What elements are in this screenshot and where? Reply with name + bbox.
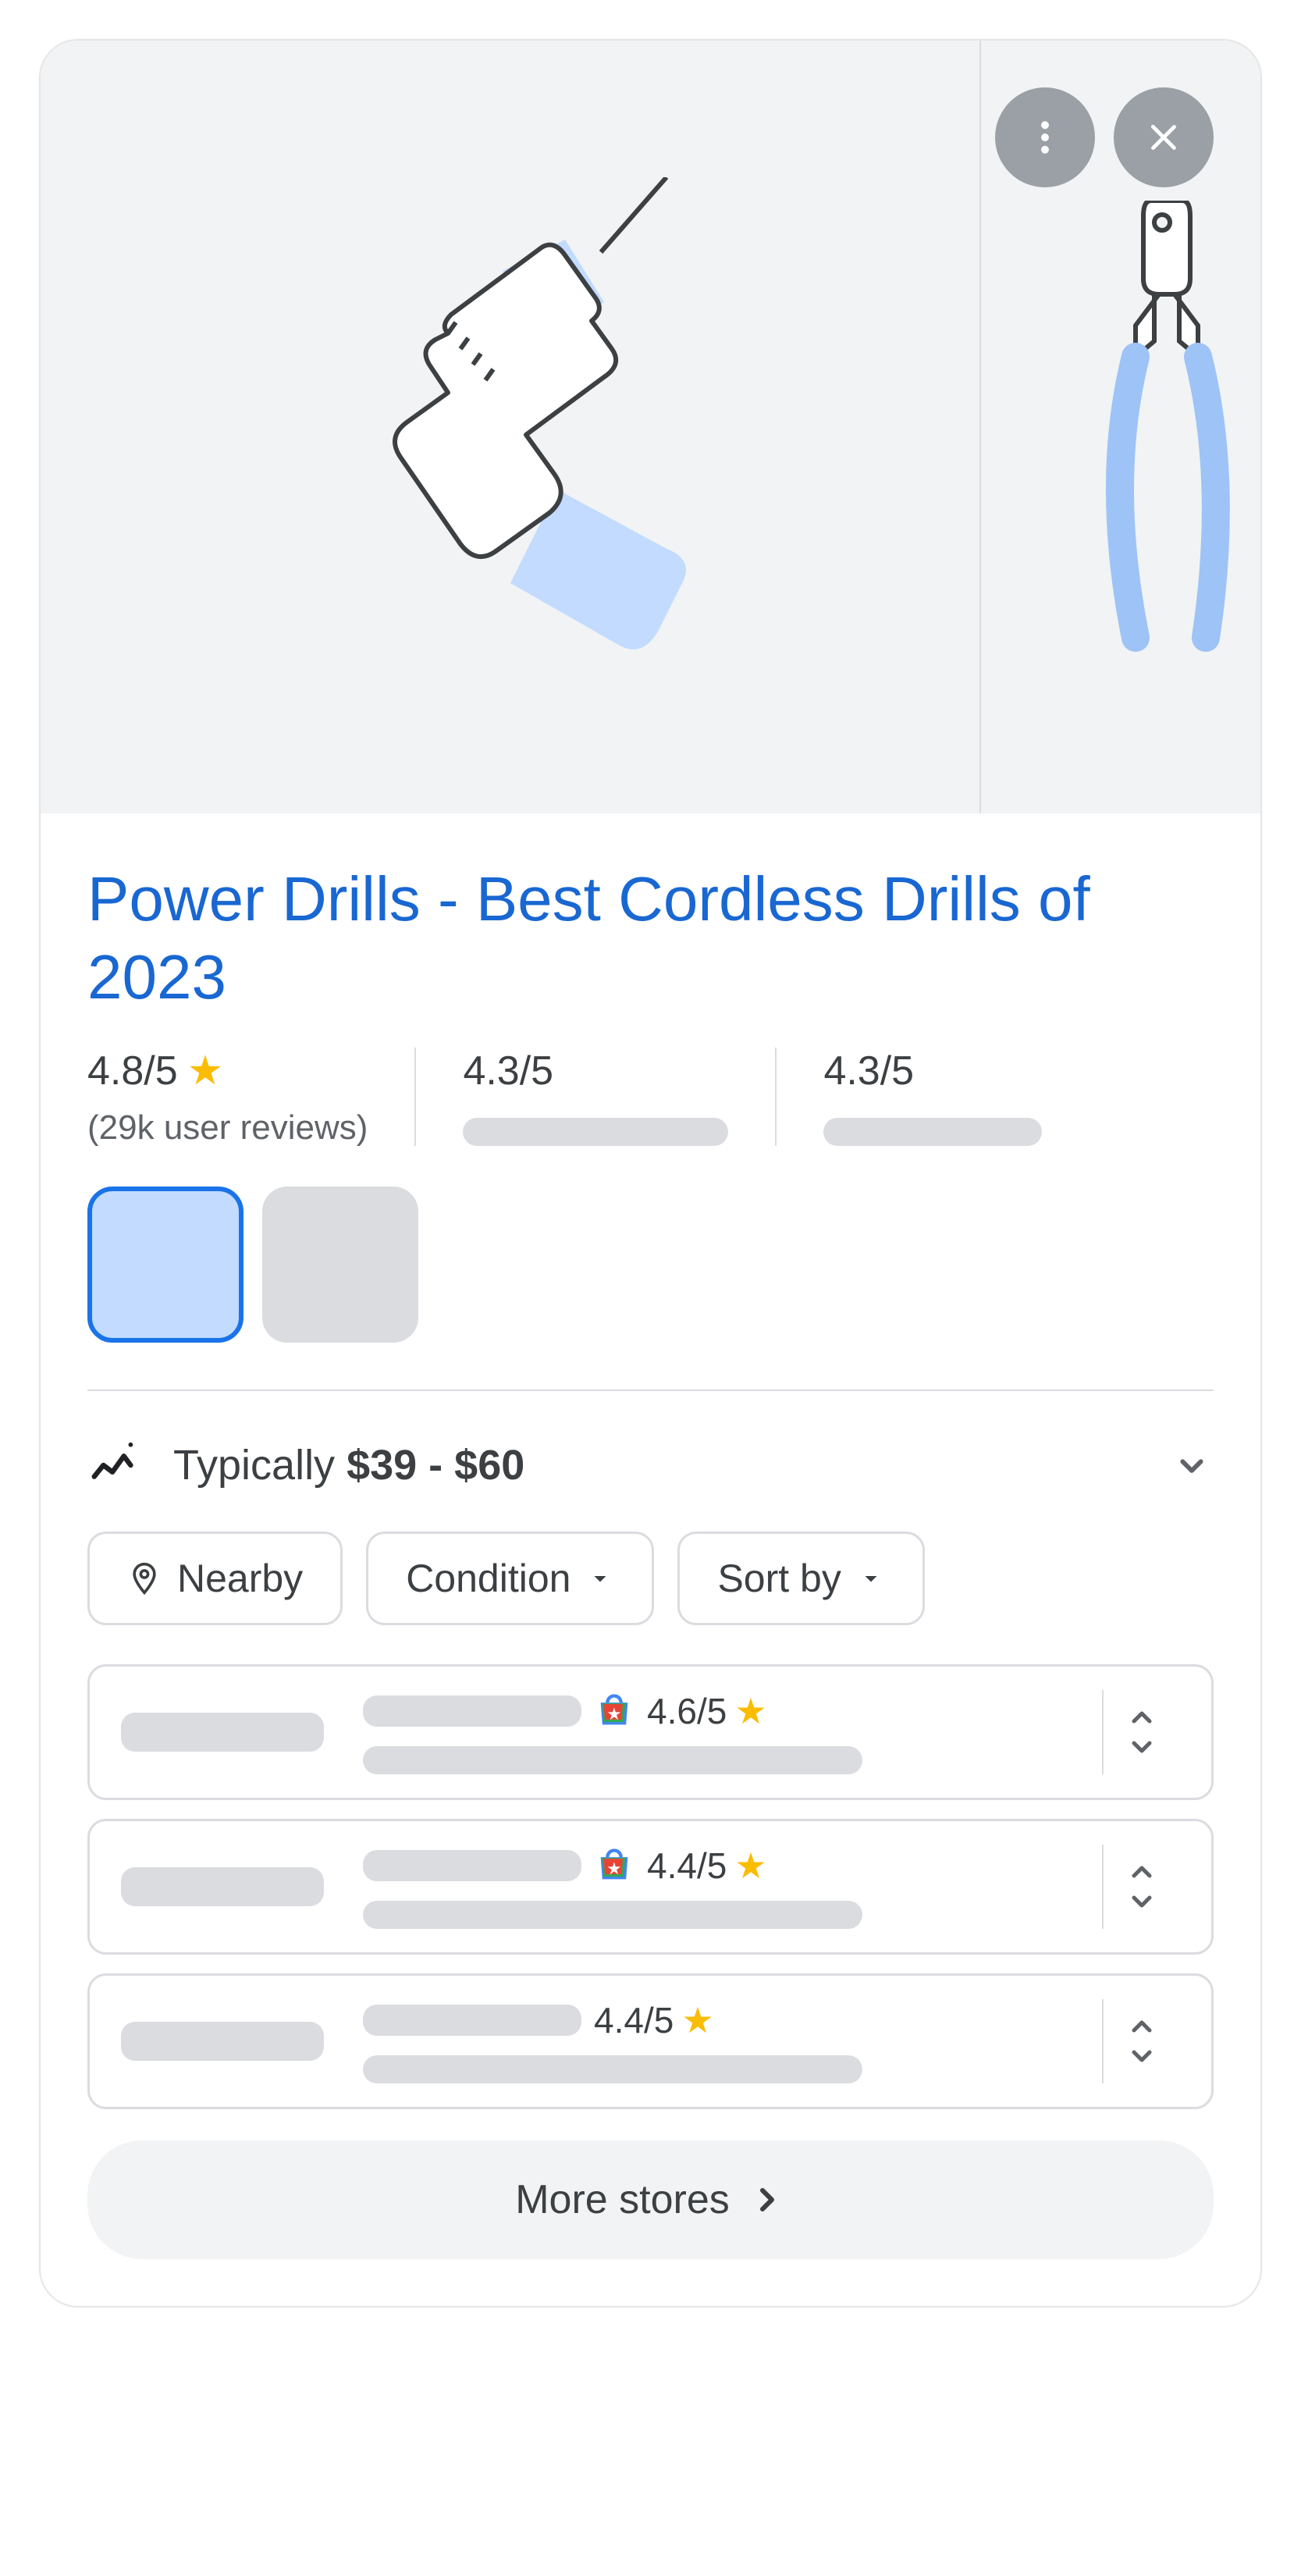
store-rating-text: 4.4/5 <box>647 1845 727 1887</box>
swatch-option[interactable] <box>262 1187 418 1343</box>
star-icon: ★ <box>187 1048 224 1094</box>
placeholder-pill <box>463 1118 728 1146</box>
store-rating-text: 4.6/5 <box>647 1690 727 1732</box>
more-options-button[interactable] <box>995 87 1095 187</box>
swatch-selected[interactable] <box>87 1187 243 1343</box>
placeholder-pill <box>121 2022 324 2061</box>
product-title[interactable]: Power Drills - Best Cordless Drills of 2… <box>87 860 1214 1016</box>
chip-label: Sort by <box>717 1556 841 1601</box>
price-label: Typically $39 - $60 <box>173 1441 524 1489</box>
rating-subtext-0: (29k user reviews) <box>87 1108 368 1147</box>
nearby-chip[interactable]: Nearby <box>87 1532 343 1625</box>
rating-score-2: 4.3/5 <box>823 1048 1042 1094</box>
rating-col-2: 4.3/5 <box>775 1048 1089 1146</box>
close-button[interactable] <box>1114 87 1214 187</box>
ratings-row: 4.8/5 ★ (29k user reviews) 4.3/5 4.3/5 <box>87 1048 1214 1147</box>
chevron-right-icon <box>748 2181 786 2218</box>
hero-area <box>41 41 1260 813</box>
trusted-store-icon: ★ <box>594 1845 635 1886</box>
content-area: Power Drills - Best Cordless Drills of 2… <box>41 813 1260 2306</box>
price-insight-row[interactable]: Typically $39 - $60 <box>87 1438 1214 1493</box>
chip-label: Condition <box>406 1556 571 1601</box>
rating-score-text: 4.3/5 <box>823 1048 914 1094</box>
product-card: Power Drills - Best Cordless Drills of 2… <box>39 39 1262 2307</box>
star-icon: ★ <box>681 1999 713 2041</box>
expand-sort-icon <box>1123 1707 1161 1757</box>
store-list: ★ 4.6/5 ★ ★ <box>87 1664 1214 2109</box>
placeholder-pill <box>121 1867 324 1906</box>
expand-sort-icon <box>1123 2016 1161 2066</box>
expand-sort-icon <box>1123 1862 1161 1912</box>
hero-image-main[interactable] <box>41 41 979 813</box>
svg-text:★: ★ <box>606 1704 621 1724</box>
condition-chip[interactable]: Condition <box>366 1532 654 1625</box>
store-rating-text: 4.4/5 <box>594 1999 674 2041</box>
price-trend-icon <box>87 1438 142 1493</box>
store-row[interactable]: 4.4/5 ★ <box>87 1973 1214 2109</box>
variant-swatches <box>87 1187 1214 1343</box>
price-range-text: $39 - $60 <box>347 1442 524 1489</box>
rating-score-0: 4.8/5 ★ <box>87 1048 368 1094</box>
placeholder-pill <box>363 1901 862 1929</box>
more-vert-icon <box>1024 116 1066 158</box>
pliers-illustration-icon <box>1058 201 1260 653</box>
filter-chips: Nearby Condition Sort by <box>87 1532 1214 1625</box>
store-rating: 4.4/5 ★ <box>594 1999 714 2041</box>
rating-score-text: 4.8/5 <box>87 1048 178 1094</box>
placeholder-pill <box>363 1695 581 1727</box>
dropdown-arrow-icon <box>857 1564 885 1592</box>
drill-illustration-icon <box>292 177 729 677</box>
rating-score-text: 4.3/5 <box>463 1048 553 1094</box>
more-stores-button[interactable]: More stores <box>87 2140 1214 2259</box>
star-icon: ★ <box>734 1845 766 1887</box>
star-icon: ★ <box>734 1690 766 1732</box>
placeholder-pill <box>823 1118 1042 1146</box>
store-row[interactable]: ★ 4.6/5 ★ <box>87 1664 1214 1800</box>
chip-label: Nearby <box>177 1556 303 1601</box>
placeholder-pill <box>363 2005 581 2036</box>
sortby-chip[interactable]: Sort by <box>677 1532 924 1625</box>
hero-actions <box>995 87 1214 187</box>
store-row[interactable]: ★ 4.4/5 ★ <box>87 1819 1214 1955</box>
svg-text:★: ★ <box>606 1859 621 1878</box>
store-rating: 4.6/5 ★ <box>647 1690 767 1732</box>
rating-col-0: 4.8/5 ★ (29k user reviews) <box>87 1048 414 1147</box>
chevron-down-icon <box>1170 1443 1214 1487</box>
placeholder-pill <box>363 2055 862 2083</box>
divider <box>87 1389 1214 1391</box>
pin-icon <box>127 1561 162 1596</box>
more-stores-label: More stores <box>515 2176 730 2223</box>
store-rating: 4.4/5 ★ <box>647 1845 767 1887</box>
placeholder-pill <box>363 1746 862 1774</box>
trusted-store-icon: ★ <box>594 1691 635 1731</box>
placeholder-pill <box>121 1713 324 1752</box>
dropdown-arrow-icon <box>586 1564 614 1592</box>
rating-score-1: 4.3/5 <box>463 1048 728 1094</box>
price-label-text: Typically <box>173 1442 347 1489</box>
rating-col-1: 4.3/5 <box>414 1048 775 1146</box>
placeholder-pill <box>363 1850 581 1881</box>
close-icon <box>1141 115 1186 160</box>
